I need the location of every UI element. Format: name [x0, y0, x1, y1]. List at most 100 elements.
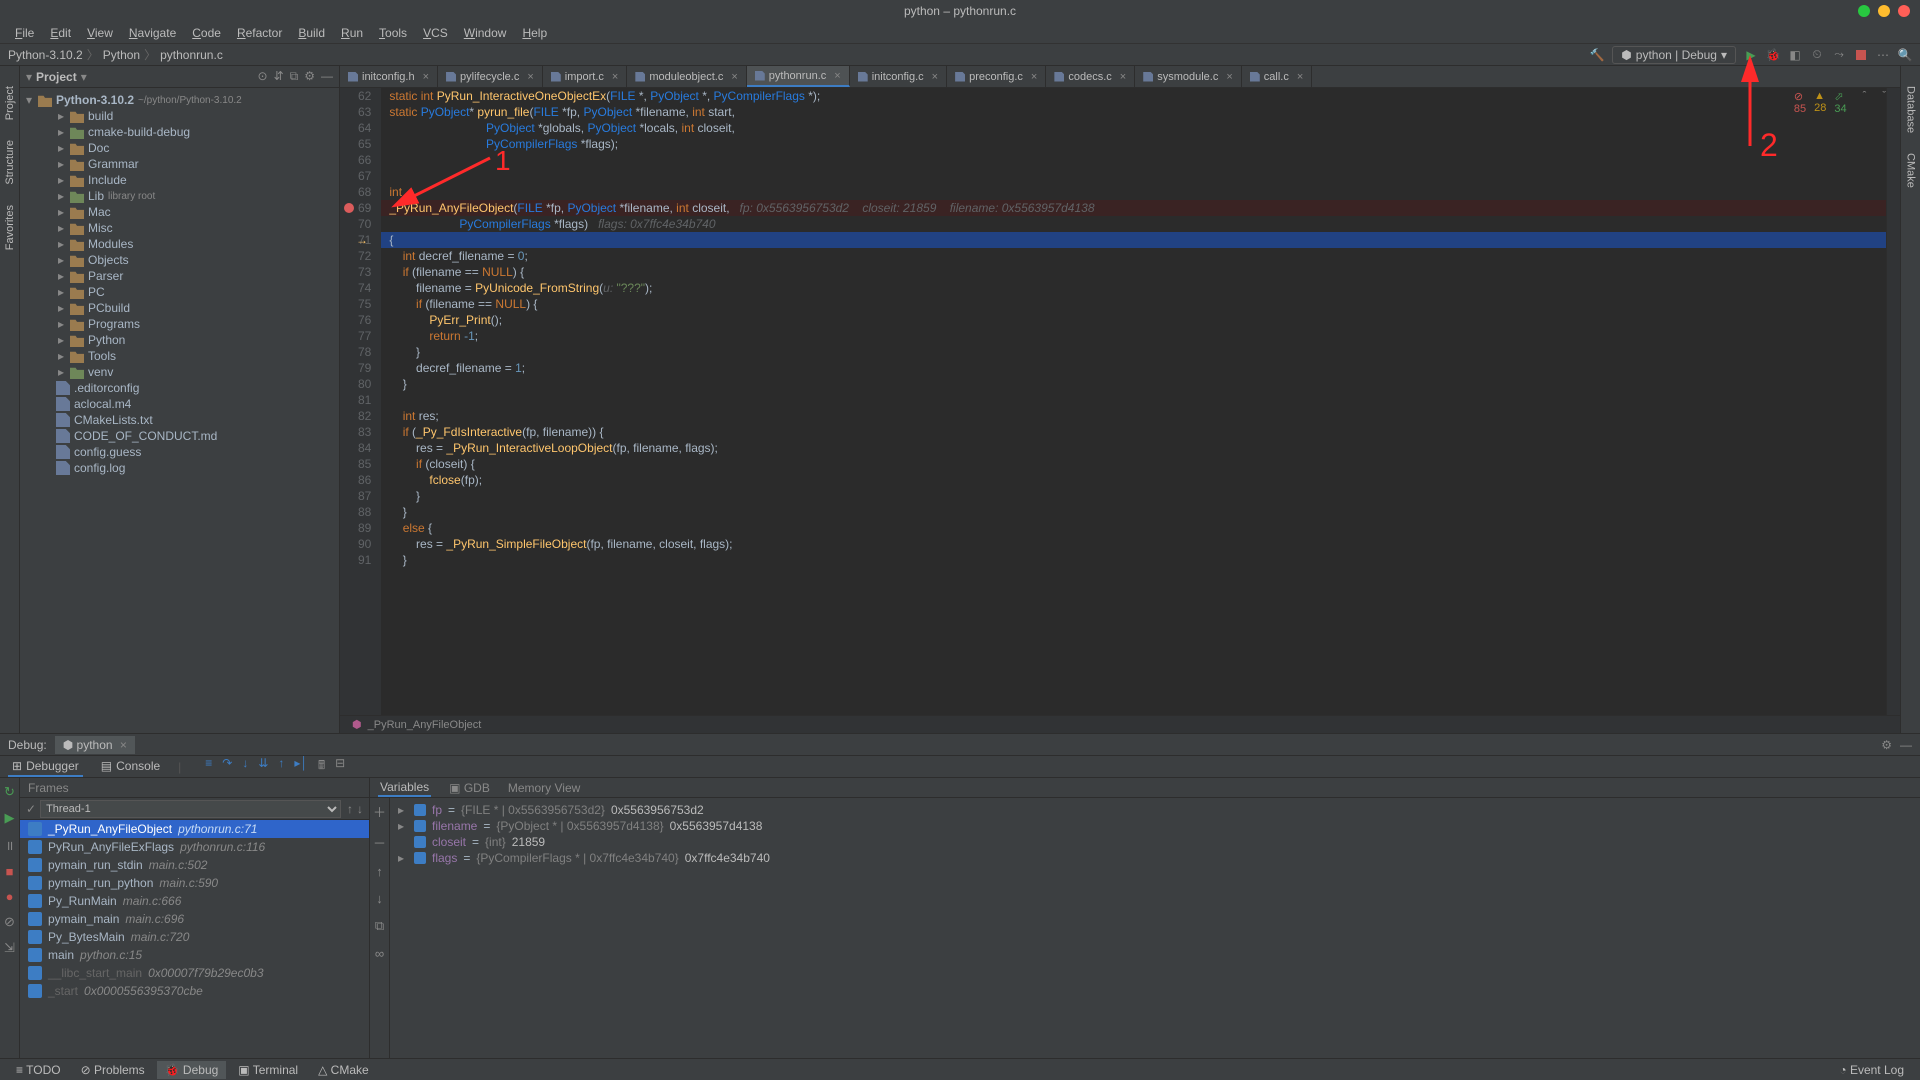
- attach-icon[interactable]: ⤳: [1832, 48, 1846, 62]
- close-icon[interactable]: ×: [527, 71, 533, 83]
- tree-item[interactable]: ▸Lib library root: [20, 188, 339, 204]
- menu-refactor[interactable]: Refactor: [230, 24, 289, 42]
- gear-icon[interactable]: ⚙: [1881, 738, 1892, 752]
- view-breakpoints-icon[interactable]: ●: [3, 889, 17, 904]
- tree-item[interactable]: .editorconfig: [20, 380, 339, 396]
- close-icon[interactable]: ×: [731, 71, 737, 83]
- prev-frame-icon[interactable]: ↑: [347, 802, 353, 816]
- tree-item[interactable]: ▸PC: [20, 284, 339, 300]
- menu-vcs[interactable]: VCS: [416, 24, 455, 42]
- search-icon[interactable]: 🔍: [1898, 48, 1912, 62]
- mute-breakpoints-icon[interactable]: ⊘: [3, 914, 17, 930]
- breadcrumb-item[interactable]: pythonrun.c: [160, 48, 223, 62]
- gear-icon[interactable]: ⚙: [304, 69, 315, 84]
- error-strip[interactable]: ⊘ 85 ▲ 28 ⬀ 34 ˆ ˇ: [1886, 88, 1900, 715]
- project-tree[interactable]: ▾Python-3.10.2 ~/python/Python-3.10.2▸bu…: [20, 88, 339, 733]
- close-icon[interactable]: ×: [932, 71, 938, 83]
- tree-item[interactable]: ▸PCbuild: [20, 300, 339, 316]
- close-icon[interactable]: ×: [834, 70, 840, 82]
- more-icon[interactable]: ⋯: [1876, 48, 1890, 62]
- collapse-icon[interactable]: ⧉: [290, 69, 299, 84]
- menu-window[interactable]: Window: [457, 24, 514, 42]
- debug-button[interactable]: 🐞: [1766, 48, 1780, 62]
- variables-tab[interactable]: Variables: [378, 779, 431, 797]
- stack-frame[interactable]: PyRun_AnyFileExFlags pythonrun.c:116: [20, 838, 369, 856]
- tree-item[interactable]: ▸Include: [20, 172, 339, 188]
- copy-icon[interactable]: ⧉: [373, 918, 387, 934]
- remove-watch-icon[interactable]: －: [373, 833, 387, 852]
- step-out-icon[interactable]: ↑: [278, 756, 284, 777]
- stack-frame[interactable]: __libc_start_main 0x00007f79b29ec0b3: [20, 964, 369, 982]
- tool-database[interactable]: Database: [1905, 86, 1917, 133]
- menu-file[interactable]: File: [8, 24, 41, 42]
- editor-tab[interactable]: initconfig.c×: [850, 66, 947, 87]
- variable-row[interactable]: ▸flags = {PyCompilerFlags * | 0x7ffc4e34…: [394, 850, 1916, 866]
- project-expand-icon[interactable]: ▾: [26, 70, 32, 84]
- build-icon[interactable]: 🔨: [1590, 48, 1604, 62]
- editor-tab[interactable]: sysmodule.c×: [1135, 66, 1242, 87]
- tree-item[interactable]: aclocal.m4: [20, 396, 339, 412]
- menu-view[interactable]: View: [80, 24, 120, 42]
- stack-frame[interactable]: Py_RunMain main.c:666: [20, 892, 369, 910]
- force-step-into-icon[interactable]: ⇊: [258, 756, 268, 777]
- down-icon[interactable]: ↓: [373, 891, 387, 906]
- stop-icon[interactable]: ■: [3, 864, 17, 879]
- menu-navigate[interactable]: Navigate: [122, 24, 183, 42]
- stop-button[interactable]: [1854, 48, 1868, 62]
- stack-frame[interactable]: pymain_run_stdin main.c:502: [20, 856, 369, 874]
- editor-tab[interactable]: codecs.c×: [1046, 66, 1135, 87]
- variable-row[interactable]: closeit = {int} 21859: [394, 834, 1916, 850]
- hide-icon[interactable]: —: [321, 69, 333, 84]
- tree-item[interactable]: ▸Python: [20, 332, 339, 348]
- profile-icon[interactable]: ⏲: [1810, 48, 1824, 62]
- close-icon[interactable]: ×: [423, 71, 429, 83]
- rerun-icon[interactable]: ↻: [3, 784, 17, 800]
- stack-frame[interactable]: pymain_main main.c:696: [20, 910, 369, 928]
- next-frame-icon[interactable]: ↓: [357, 802, 363, 816]
- tree-item[interactable]: config.log: [20, 460, 339, 476]
- show-exec-point-icon[interactable]: ≡: [205, 756, 212, 777]
- editor-tab[interactable]: call.c×: [1242, 66, 1313, 87]
- expand-all-icon[interactable]: ⇵: [274, 69, 284, 84]
- code-lines[interactable]: static int PyRun_InteractiveOneObjectEx(…: [381, 88, 1886, 715]
- tree-item[interactable]: ▸build: [20, 108, 339, 124]
- menu-tools[interactable]: Tools: [372, 24, 414, 42]
- close-icon[interactable]: ×: [120, 738, 127, 752]
- settings-icon[interactable]: ⇲: [3, 940, 17, 956]
- tree-item[interactable]: ▸Mac: [20, 204, 339, 220]
- tree-item[interactable]: ▸Doc: [20, 140, 339, 156]
- editor-tab[interactable]: import.c×: [543, 66, 628, 87]
- close-icon[interactable]: ×: [1226, 71, 1232, 83]
- hide-icon[interactable]: —: [1900, 738, 1912, 752]
- glasses-icon[interactable]: ∞: [373, 946, 387, 961]
- variable-row[interactable]: ▸fp = {FILE * | 0x5563956753d2} 0x556395…: [394, 802, 1916, 818]
- tree-item[interactable]: CMakeLists.txt: [20, 412, 339, 428]
- tool-project[interactable]: Project: [4, 86, 16, 120]
- bottom-tab-debug[interactable]: 🐞 Debug: [157, 1061, 227, 1079]
- stack-frame[interactable]: _PyRun_AnyFileObject pythonrun.c:71: [20, 820, 369, 838]
- code-area[interactable]: 6263646566676869707172737475767778798081…: [340, 88, 1900, 715]
- frame-list[interactable]: _PyRun_AnyFileObject pythonrun.c:71PyRun…: [20, 820, 369, 1058]
- run-to-cursor-icon[interactable]: ▸│: [294, 756, 308, 777]
- variable-row[interactable]: ▸filename = {PyObject * | 0x5563957d4138…: [394, 818, 1916, 834]
- tree-root[interactable]: ▾Python-3.10.2 ~/python/Python-3.10.2: [20, 92, 339, 108]
- maximize-dot[interactable]: [1878, 5, 1890, 17]
- gdb-tab[interactable]: ▣ GDB: [449, 781, 490, 795]
- menu-build[interactable]: Build: [291, 24, 332, 42]
- stack-frame[interactable]: main python.c:15: [20, 946, 369, 964]
- next-highlight[interactable]: ˇ: [1882, 90, 1886, 115]
- close-dot[interactable]: [1898, 5, 1910, 17]
- memory-tab[interactable]: Memory View: [508, 781, 580, 795]
- editor-tab[interactable]: pythonrun.c×: [747, 66, 850, 87]
- bottom-tab-problems[interactable]: ⊘ Problems: [73, 1061, 153, 1079]
- editor-tab[interactable]: pylifecycle.c×: [438, 66, 543, 87]
- step-into-icon[interactable]: ↓: [242, 756, 248, 777]
- console-tab[interactable]: ▤ Console: [97, 757, 164, 777]
- breadcrumb-item[interactable]: Python-3.10.2: [8, 48, 83, 62]
- tool-cmake[interactable]: CMake: [1905, 153, 1917, 188]
- tree-item[interactable]: ▸Misc: [20, 220, 339, 236]
- run-button[interactable]: ▶: [1744, 48, 1758, 62]
- tree-item[interactable]: config.guess: [20, 444, 339, 460]
- minimize-dot[interactable]: [1858, 5, 1870, 17]
- trace-icon[interactable]: ⊟: [335, 756, 345, 777]
